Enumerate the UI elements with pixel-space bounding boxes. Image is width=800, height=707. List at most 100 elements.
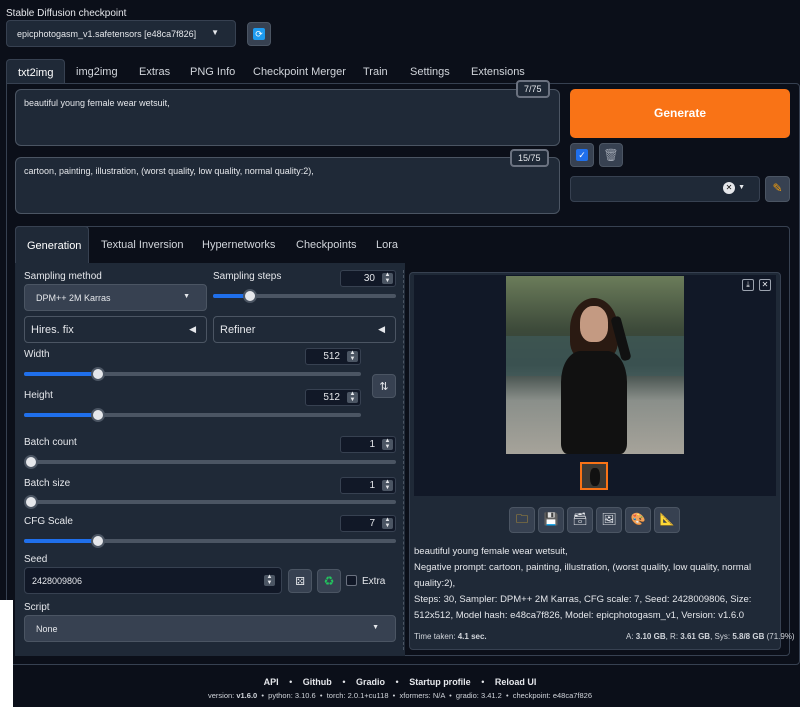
footer-link-api[interactable]: API (264, 677, 279, 687)
chevron-down-icon: ▼ (372, 624, 379, 631)
tab-img2img[interactable]: img2img (76, 66, 118, 78)
zip-button[interactable]: 🗃 (567, 507, 593, 533)
open-folder-button[interactable]: 🗀 (509, 507, 535, 533)
time-taken-label: Time taken: (414, 632, 456, 641)
spinner-icon[interactable]: ▲ ▼ (382, 517, 393, 529)
tab-textual-inversion[interactable]: Textual Inversion (101, 239, 184, 251)
cfg-scale-label: CFG Scale (24, 516, 73, 527)
batch-size-slider[interactable] (24, 495, 396, 509)
slider-thumb[interactable] (91, 408, 105, 422)
checkpoint-dropdown[interactable]: epicphotogasm_v1.safetensors [e48ca7f826… (6, 20, 236, 47)
sampling-steps-label: Sampling steps (213, 271, 282, 282)
height-input[interactable]: 512 ▲ ▼ (305, 389, 361, 406)
slider-thumb[interactable] (24, 495, 38, 509)
slider-thumb[interactable] (91, 367, 105, 381)
send-to-extras-button[interactable]: 📐 (654, 507, 680, 533)
r-value: 3.61 GB (680, 632, 711, 641)
checkpoint-value: epicphotogasm_v1.safetensors [e48ca7f826… (17, 29, 197, 39)
edit-style-button[interactable]: ✎ (765, 176, 790, 202)
spinner-icon[interactable]: ▲ ▼ (382, 479, 393, 491)
slider-thumb[interactable] (24, 455, 38, 469)
footer-separator: • (395, 677, 399, 687)
tab-txt2img[interactable]: txt2img (6, 59, 65, 84)
batch-count-slider[interactable] (24, 455, 396, 469)
random-seed-button[interactable]: ⚄ (288, 569, 312, 593)
style-dropdown[interactable]: ✕ ▼ (570, 176, 760, 202)
batch-size-input[interactable]: 1 ▲ ▼ (340, 477, 396, 494)
spinner-icon[interactable]: ▲ ▼ (347, 391, 358, 403)
caret-left-icon: ◀ (189, 324, 196, 334)
footer-link-reload-ui[interactable]: Reload UI (495, 677, 537, 687)
python-label: python: (268, 691, 293, 700)
tab-hypernetworks[interactable]: Hypernetworks (202, 239, 275, 251)
tab-settings[interactable]: Settings (410, 66, 450, 78)
width-slider[interactable] (24, 367, 361, 381)
footer-separator: • (481, 677, 485, 687)
save-button[interactable]: 💾 (538, 507, 564, 533)
checkpoint-footer-label: checkpoint: (512, 691, 551, 700)
tab-train[interactable]: Train (363, 66, 388, 78)
dice-icon: ⚄ (295, 576, 305, 588)
tab-generation[interactable]: Generation (15, 226, 89, 264)
reuse-seed-button[interactable]: ♻ (317, 569, 341, 593)
negative-prompt-input[interactable]: cartoon, painting, illustration, (worst … (15, 157, 560, 214)
seed-input[interactable]: 2428009806 ▲ ▼ (24, 567, 282, 594)
spinner-icon[interactable]: ▲ ▼ (347, 350, 358, 362)
send-to-img2img-button[interactable]: 🖼 (596, 507, 622, 533)
checkbox-button[interactable]: ✓ (570, 143, 594, 167)
slider-fill (24, 413, 98, 417)
negative-prompt-token-counter: 15/75 (510, 149, 549, 167)
sampling-steps-input[interactable]: 30 ▲ ▼ (340, 270, 396, 287)
refresh-checkpoint-button[interactable]: ⟳ (247, 22, 271, 46)
send-to-inpaint-button[interactable]: 🎨 (625, 507, 651, 533)
a-value: 3.10 GB (635, 632, 666, 641)
tab-extras[interactable]: Extras (139, 66, 170, 78)
swap-icon: ⇅ (379, 381, 389, 393)
memory-stats: A: 3.10 GB, R: 3.61 GB, Sys: 5.8/8 GB (7… (626, 632, 795, 641)
generated-image[interactable] (506, 276, 684, 454)
footer-link-startup-profile[interactable]: Startup profile (409, 677, 471, 687)
gradio-value: 3.41.2 (480, 691, 502, 700)
script-dropdown[interactable]: None ▼ (24, 615, 396, 642)
folder-icon: 🗀 (515, 512, 528, 526)
palette-icon: 🎨 (630, 512, 646, 526)
slider-thumb[interactable] (91, 534, 105, 548)
script-label: Script (24, 602, 50, 613)
slider-thumb[interactable] (243, 289, 257, 303)
slider-fill (24, 539, 98, 543)
spinner-icon[interactable]: ▲ ▼ (382, 272, 393, 284)
sampling-steps-slider[interactable] (213, 289, 396, 303)
sampling-method-dropdown[interactable]: DPM++ 2M Karras ▼ (24, 284, 207, 311)
refiner-accordion[interactable]: Refiner ◀ (213, 316, 396, 343)
sys-value: 5.8/8 GB (732, 632, 765, 641)
close-icon[interactable]: ✕ (759, 279, 771, 291)
cfg-scale-input[interactable]: 7 ▲ ▼ (340, 515, 396, 532)
cfg-scale-slider[interactable] (24, 534, 396, 548)
trash-button[interactable]: 🗑 (599, 143, 623, 167)
tab-checkpoint-merger[interactable]: Checkpoint Merger (253, 66, 346, 78)
close-icon[interactable]: ✕ (723, 182, 735, 194)
tab-png-info[interactable]: PNG Info (190, 66, 235, 78)
footer-links: API • Github • Gradio • Startup profile … (0, 677, 800, 687)
width-input[interactable]: 512 ▲ ▼ (305, 348, 361, 365)
info-negative: Negative prompt: cartoon, painting, illu… (414, 562, 752, 589)
gallery-thumbnail[interactable] (580, 462, 608, 490)
footer-link-gradio[interactable]: Gradio (356, 677, 385, 687)
swap-dimensions-button[interactable]: ⇅ (372, 374, 396, 398)
spinner-icon[interactable]: ▲ ▼ (382, 438, 393, 450)
tab-extensions[interactable]: Extensions (471, 66, 525, 78)
tab-checkpoints[interactable]: Checkpoints (296, 239, 357, 251)
chevron-down-icon: ▼ (738, 184, 745, 191)
download-icon[interactable]: ⤓ (742, 279, 754, 291)
height-slider[interactable] (24, 408, 361, 422)
footer-link-github[interactable]: Github (303, 677, 332, 687)
zip-icon: 🗃 (572, 512, 588, 526)
gradio-label: gradio: (455, 691, 479, 700)
extra-checkbox[interactable] (346, 575, 357, 586)
generate-button[interactable]: Generate (570, 89, 790, 138)
spinner-icon[interactable]: ▲ ▼ (264, 574, 275, 586)
tab-lora[interactable]: Lora (376, 239, 398, 251)
hires-fix-accordion[interactable]: Hires. fix ◀ (24, 316, 207, 343)
batch-count-input[interactable]: 1 ▲ ▼ (340, 436, 396, 453)
prompt-input[interactable]: beautiful young female wear wetsuit, (15, 89, 560, 146)
